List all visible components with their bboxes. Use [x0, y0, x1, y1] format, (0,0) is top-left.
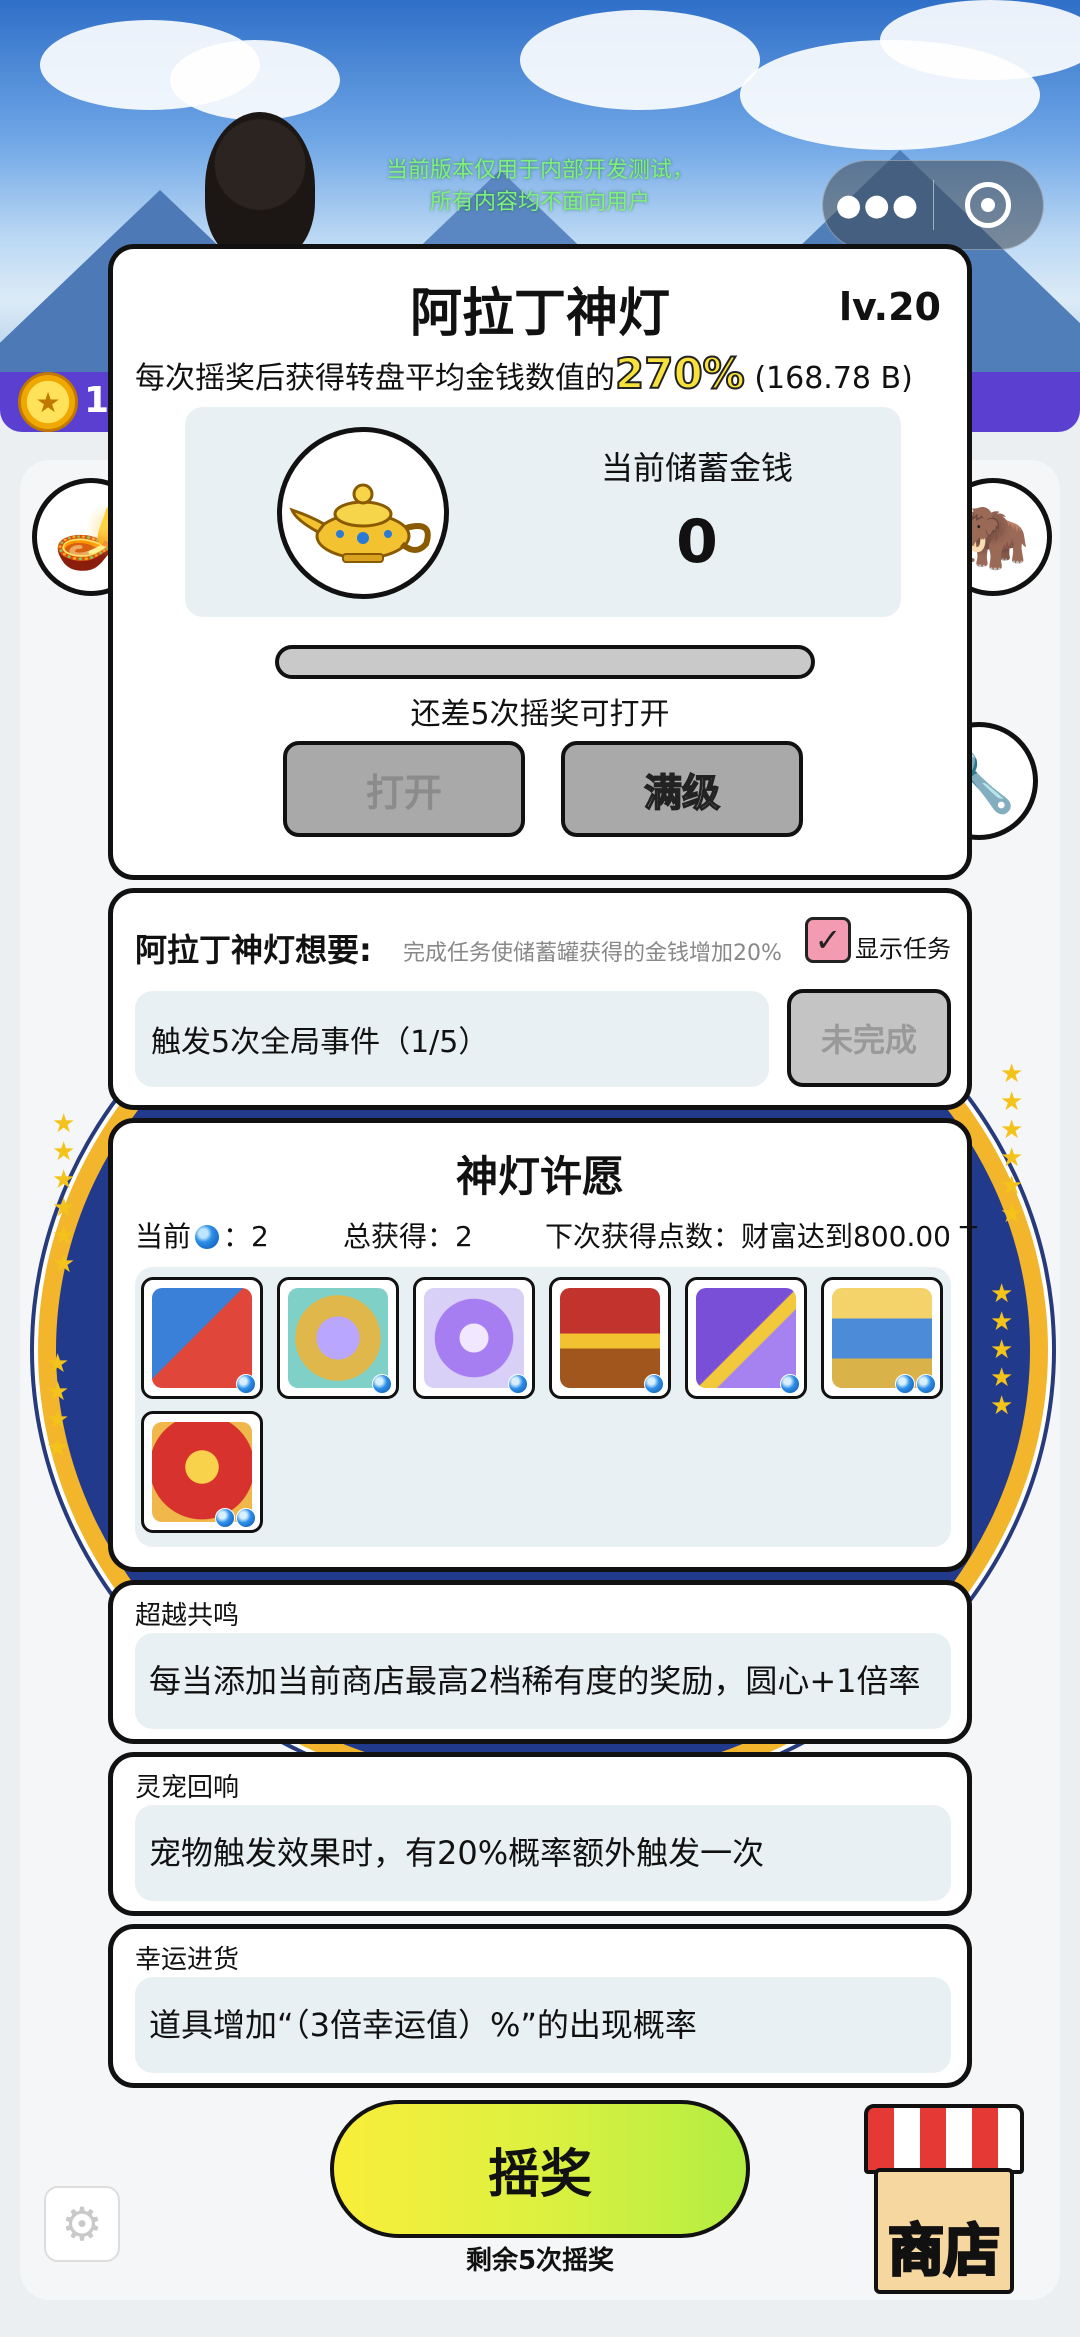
effect-body: 宠物触发效果时，有20%概率额外触发一次: [135, 1805, 951, 1901]
lamp-description: 每次摇奖后获得转盘平均金钱数值的270% (168.78 B): [135, 348, 913, 399]
effect-body: 道具增加“（3倍幸运值）%”的出现概率: [135, 1977, 951, 2073]
wish-cost: [508, 1374, 528, 1394]
wish-cost: [236, 1374, 256, 1394]
wish-point-icon: [508, 1374, 528, 1394]
spins-remaining-hint: 还差5次摇奖可打开: [410, 697, 670, 732]
wish-cost: [780, 1374, 800, 1394]
gem-altar-item[interactable]: [277, 1277, 399, 1399]
wheel-stars-left: ★ ★ ★ ★ ★ ★: [52, 1109, 76, 1279]
gem-altar-item-icon: [288, 1288, 388, 1388]
effect-panel-pet-echo: 灵宠回响 宠物触发效果时，有20%概率额外触发一次: [108, 1752, 972, 1916]
wish-point-icon: [644, 1374, 664, 1394]
wish-point-icon: [195, 1225, 220, 1249]
toolbox-item-icon: [152, 1288, 252, 1388]
effect-title: 超越共鸣: [135, 1601, 240, 1631]
task-description: 触发5次全局事件（1/5）: [135, 991, 769, 1087]
lamp-desc-percent: 270%: [614, 348, 746, 399]
star-stage-item-icon: [152, 1422, 252, 1522]
wish-item-grid: [135, 1267, 951, 1547]
wish-point-icon: [895, 1374, 915, 1394]
show-tasks-checkbox[interactable]: ✓: [805, 917, 851, 963]
magic-lamp-icon: [277, 427, 449, 599]
effect-panel-resonance: 超越共鸣 每当添加当前商店最高2档稀有度的奖励，圆心+1倍率: [108, 1580, 972, 1744]
crystal-orb-item-icon: [424, 1288, 524, 1388]
wish-point-icon: [215, 1508, 235, 1528]
mini-program-capsule: ●●●: [822, 160, 1044, 250]
more-dots-icon[interactable]: ●●●: [823, 160, 933, 250]
treasure-chest-item[interactable]: [549, 1277, 671, 1399]
wish-panel: 神灯许愿 当前 ：2 总获得：2 下次获得点数：财富达到800.00 T: [108, 1118, 977, 1572]
wheel-stars-right-lower: ★ ★ ★ ★ ★: [990, 1279, 1014, 1421]
gear-icon[interactable]: ⚙: [44, 2186, 120, 2262]
open-button[interactable]: 打开: [283, 741, 525, 837]
wish-point-icon: [236, 1508, 256, 1528]
dev-notice: 当前版本仅用于内部开发测试， 所有内容均不面向用户: [385, 158, 694, 215]
spin-button[interactable]: 摇奖: [330, 2100, 750, 2238]
wheel-stars-right: ★ ★ ★ ★ ★ ★: [1000, 1059, 1024, 1229]
player-avatar: [205, 112, 315, 262]
lamp-panel: 阿拉丁神灯 lv.20 每次摇奖后获得转盘平均金钱数值的270% (168.78…: [108, 244, 972, 880]
wish-current: 当前 ：2: [135, 1220, 269, 1253]
wish-total: 总获得：2: [343, 1220, 473, 1253]
star-stage-item[interactable]: [141, 1411, 263, 1533]
effect-panel-lucky-stock: 幸运进货 道具增加“（3倍幸运值）%”的出现概率: [108, 1924, 972, 2088]
golden-gate-item-icon: [832, 1288, 932, 1388]
shop-awning-icon: [864, 2104, 1024, 2174]
wish-point-icon: [236, 1374, 256, 1394]
shop-label: 商店: [887, 2218, 1002, 2286]
lamp-wants-panel: 阿拉丁神灯想要: 完成任务使储蓄罐获得的金钱增加20% ✓ 显示任务 触发5次全…: [108, 888, 972, 1110]
coin-count: 1: [84, 380, 110, 421]
savings-box: 当前储蓄金钱 0: [185, 407, 901, 617]
effect-title: 灵宠回响: [135, 1773, 240, 1803]
golden-gate-item[interactable]: [821, 1277, 943, 1399]
max-level-button[interactable]: 满级: [561, 741, 803, 837]
wish-next-threshold: 下次获得点数：财富达到800.00 T: [545, 1220, 977, 1253]
wish-point-icon: [916, 1374, 936, 1394]
task-status-button[interactable]: 未完成: [787, 989, 951, 1087]
effect-body: 每当添加当前商店最高2档稀有度的奖励，圆心+1倍率: [135, 1633, 951, 1729]
spins-remaining: 剩余5次摇奖: [465, 2246, 615, 2276]
wish-point-icon: [372, 1374, 392, 1394]
lamp-progress-bar: [275, 645, 815, 679]
wish-cost: [215, 1508, 256, 1528]
lamp-level: lv.20: [838, 285, 941, 329]
wish-cost: [644, 1374, 664, 1394]
treasure-chest-item-icon: [560, 1288, 660, 1388]
wish-point-icon: [780, 1374, 800, 1394]
wants-heading: 阿拉丁神灯想要:: [135, 931, 372, 969]
gift-box-item-icon: [696, 1288, 796, 1388]
gift-box-item[interactable]: [685, 1277, 807, 1399]
wheel-stars-left-lower: ★ ★ ★ ★: [46, 1349, 70, 1463]
mini-program-close-icon[interactable]: [934, 160, 1044, 250]
crystal-orb-item[interactable]: [413, 1277, 535, 1399]
effect-title: 幸运进货: [135, 1945, 240, 1975]
wish-title: 神灯许愿: [455, 1152, 624, 1201]
shop-button[interactable]: 商店: [864, 2094, 1024, 2294]
savings-value: 0: [676, 507, 718, 577]
toolbox-item[interactable]: [141, 1277, 263, 1399]
wish-cost: [895, 1374, 936, 1394]
wants-note: 完成任务使储蓄罐获得的金钱增加20%: [403, 941, 782, 966]
show-tasks-label: 显示任务: [855, 935, 951, 963]
wish-cost: [372, 1374, 392, 1394]
coin-icon: ★: [18, 372, 78, 432]
lamp-desc-suffix: (168.78 B): [754, 361, 913, 396]
lamp-desc-prefix: 每次摇奖后获得转盘平均金钱数值的: [135, 361, 615, 396]
savings-label: 当前储蓄金钱: [600, 449, 793, 487]
